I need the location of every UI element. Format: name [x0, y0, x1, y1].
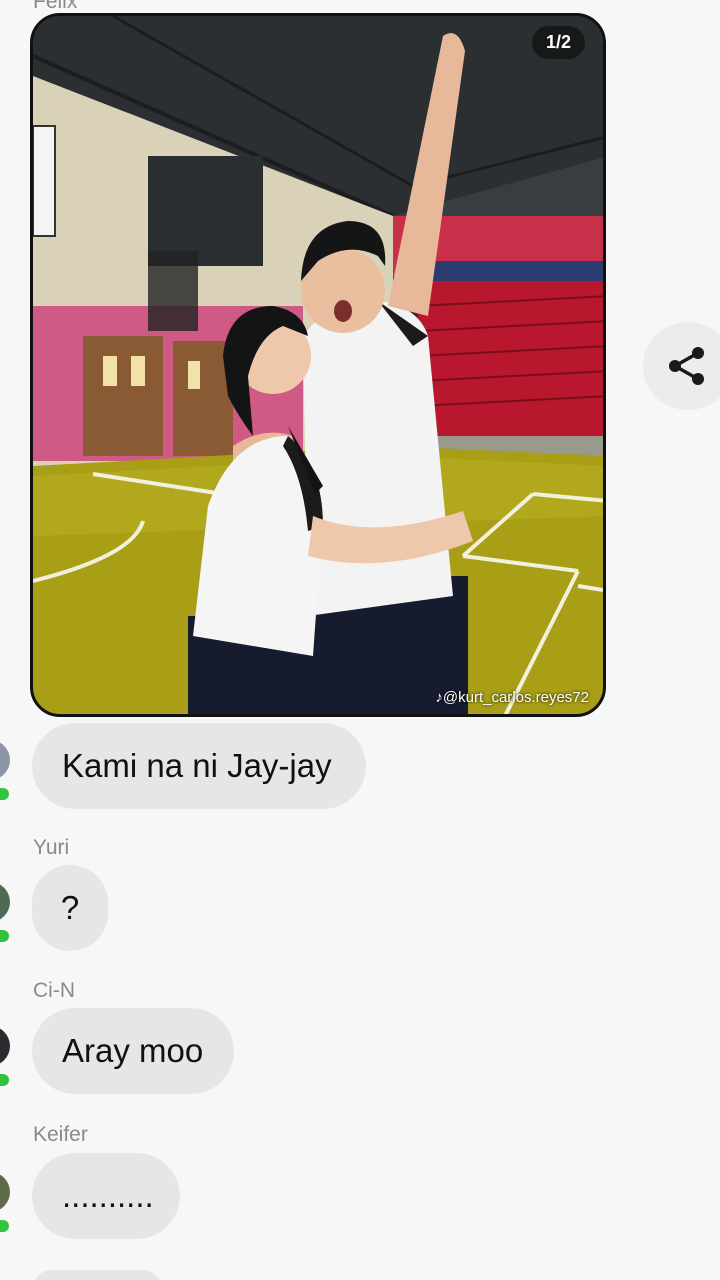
sender-name-ci-n: Ci-N [33, 979, 75, 1002]
share-icon [669, 347, 704, 385]
share-button[interactable] [643, 322, 720, 410]
photo-image [33, 16, 603, 714]
photo-counter: 1/2 [531, 26, 585, 59]
online-status-dot [0, 1074, 9, 1086]
avatar[interactable] [0, 882, 10, 922]
message-text: Aray moo [62, 1032, 204, 1069]
online-status-dot [0, 788, 9, 800]
avatar[interactable] [0, 1026, 10, 1066]
avatar[interactable] [0, 740, 10, 780]
message-text: Kami na ni Jay-jay [62, 747, 332, 784]
sender-name-felix: Felix [33, 0, 78, 13]
online-status-dot [0, 1220, 9, 1232]
message-bubble[interactable] [32, 1270, 162, 1280]
sender-name-yuri: Yuri [33, 836, 70, 859]
message-bubble[interactable]: Kami na ni Jay-jay [32, 723, 366, 809]
photo-message[interactable]: 1/2 ♪@kurt_carlos.reyes72 [30, 13, 606, 717]
message-bubble[interactable]: Aray moo [32, 1008, 234, 1094]
sender-name-keifer: Keifer [33, 1123, 88, 1146]
message-bubble[interactable]: ? [32, 865, 108, 951]
message-bubble[interactable]: .......... [32, 1153, 180, 1239]
message-text: .......... [62, 1177, 154, 1214]
online-status-dot [0, 930, 9, 942]
message-text: ? [60, 889, 80, 926]
photo-watermark: ♪@kurt_carlos.reyes72 [435, 689, 589, 706]
avatar[interactable] [0, 1172, 10, 1212]
